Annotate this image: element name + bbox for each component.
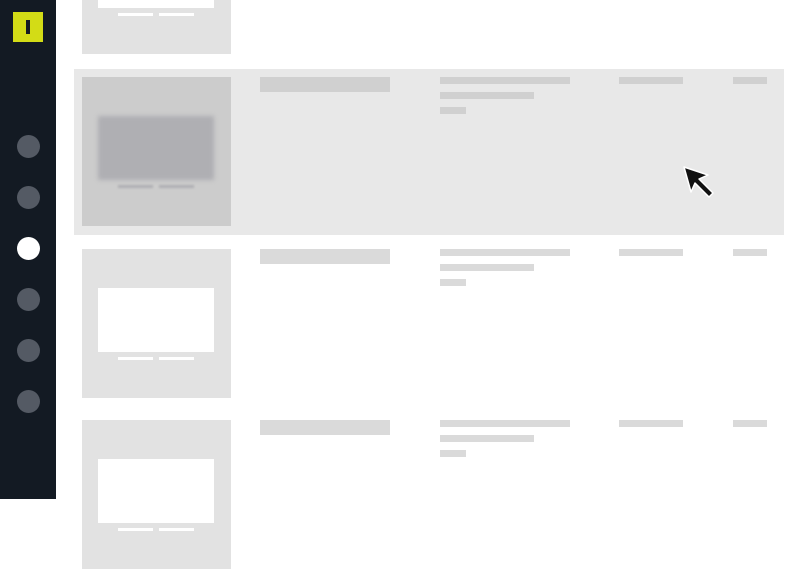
main-content — [56, 0, 800, 569]
logo-mark — [26, 20, 30, 34]
thumbnail-screen — [98, 459, 214, 523]
sidebar-item-6[interactable] — [17, 390, 40, 413]
thumbnail-stand — [159, 528, 194, 531]
extra-placeholder — [733, 420, 767, 427]
thumbnail-stand — [159, 13, 194, 16]
thumbnail-stand — [118, 528, 153, 531]
thumbnail-screen — [98, 116, 214, 180]
extra-placeholder — [733, 77, 767, 84]
list-item[interactable] — [74, 0, 784, 63]
sidebar-item-3-active[interactable] — [17, 237, 40, 260]
description-placeholder — [440, 420, 570, 427]
description-placeholder — [440, 249, 570, 256]
title-placeholder — [260, 77, 390, 92]
thumbnail-stand — [118, 185, 153, 188]
thumbnail-stand — [118, 13, 153, 16]
list-item-hovered[interactable] — [74, 69, 784, 235]
title-placeholder — [260, 420, 390, 435]
title-placeholder — [260, 249, 390, 264]
description-placeholder — [440, 450, 466, 457]
meta-placeholder — [619, 420, 683, 427]
thumbnail-stand — [118, 357, 153, 360]
description-placeholder — [440, 264, 534, 271]
description-placeholder — [440, 107, 466, 114]
sidebar-item-2[interactable] — [17, 186, 40, 209]
monitor-placeholder-icon — [82, 249, 231, 398]
description-placeholder — [440, 77, 570, 84]
mouse-pointer-icon — [683, 166, 714, 198]
sidebar — [0, 0, 56, 499]
list-item[interactable] — [74, 241, 784, 407]
thumbnail-stand — [159, 185, 194, 188]
description-placeholder — [440, 92, 534, 99]
extra-placeholder — [733, 249, 767, 256]
thumbnail-stand — [159, 357, 194, 360]
description-placeholder — [440, 279, 466, 286]
meta-placeholder — [619, 249, 683, 256]
monitor-placeholder-icon — [82, 77, 231, 226]
sidebar-item-1[interactable] — [17, 135, 40, 158]
description-placeholder — [440, 435, 534, 442]
sidebar-item-5[interactable] — [17, 339, 40, 362]
brand-logo-icon[interactable] — [13, 12, 43, 42]
list-item[interactable] — [74, 412, 784, 578]
thumbnail-screen — [98, 288, 214, 352]
sidebar-item-4[interactable] — [17, 288, 40, 311]
monitor-placeholder-icon — [82, 420, 231, 569]
meta-placeholder — [619, 77, 683, 84]
monitor-placeholder-icon — [82, 0, 231, 54]
thumbnail-screen — [98, 0, 214, 8]
